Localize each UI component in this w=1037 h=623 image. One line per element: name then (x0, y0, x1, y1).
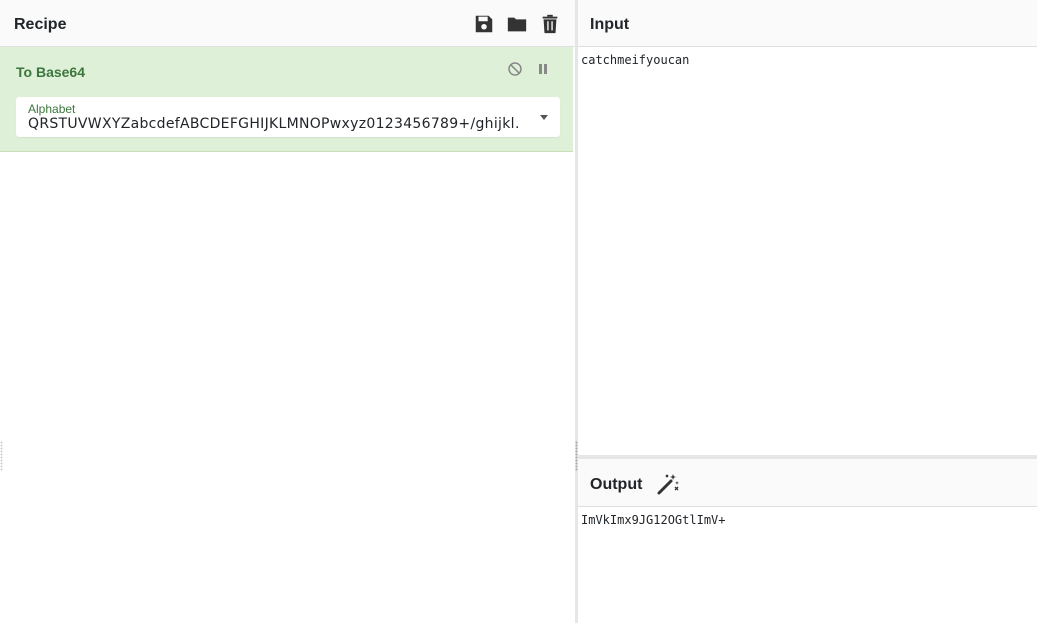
alphabet-label: Alphabet (28, 102, 76, 116)
output-title: Output (590, 476, 643, 493)
recipe-resize-handle[interactable] (0, 441, 3, 471)
input-header: Input (578, 0, 1037, 47)
save-icon[interactable] (473, 13, 495, 35)
output-header: Output (578, 459, 1037, 507)
alphabet-value: QRSTUVWXYZabcdefABCDEFGHIJKLMNOPwxyz0123… (28, 116, 518, 132)
operation-title: To Base64 (16, 64, 85, 80)
input-textarea[interactable]: catchmeifyoucan (581, 53, 689, 67)
operation-controls (507, 61, 551, 77)
io-pane: Input catchmeifyoucan Output ImVkImx9JG1… (578, 0, 1037, 623)
input-title: Input (590, 16, 630, 33)
pause-icon[interactable] (535, 61, 551, 77)
caret-down-icon[interactable] (540, 115, 548, 120)
folder-icon[interactable] (506, 13, 528, 35)
recipe-header: Recipe (0, 0, 575, 47)
trash-icon[interactable] (539, 13, 561, 35)
disable-icon[interactable] (507, 61, 523, 77)
recipe-pane: Recipe To Base64 Alphabet QRSTUVWXYZabcd… (0, 0, 575, 623)
recipe-title: Recipe (14, 16, 67, 33)
alphabet-select[interactable]: Alphabet QRSTUVWXYZabcdefABCDEFGHIJKLMNO… (16, 97, 560, 137)
output-textarea[interactable]: ImVkImx9JG12OGtlImV+ (581, 513, 726, 527)
recipe-toolbar (473, 13, 561, 35)
magic-wand-icon[interactable] (656, 472, 680, 496)
operation-to-base64[interactable]: To Base64 Alphabet QRSTUVWXYZabcdefABCDE… (0, 47, 573, 152)
